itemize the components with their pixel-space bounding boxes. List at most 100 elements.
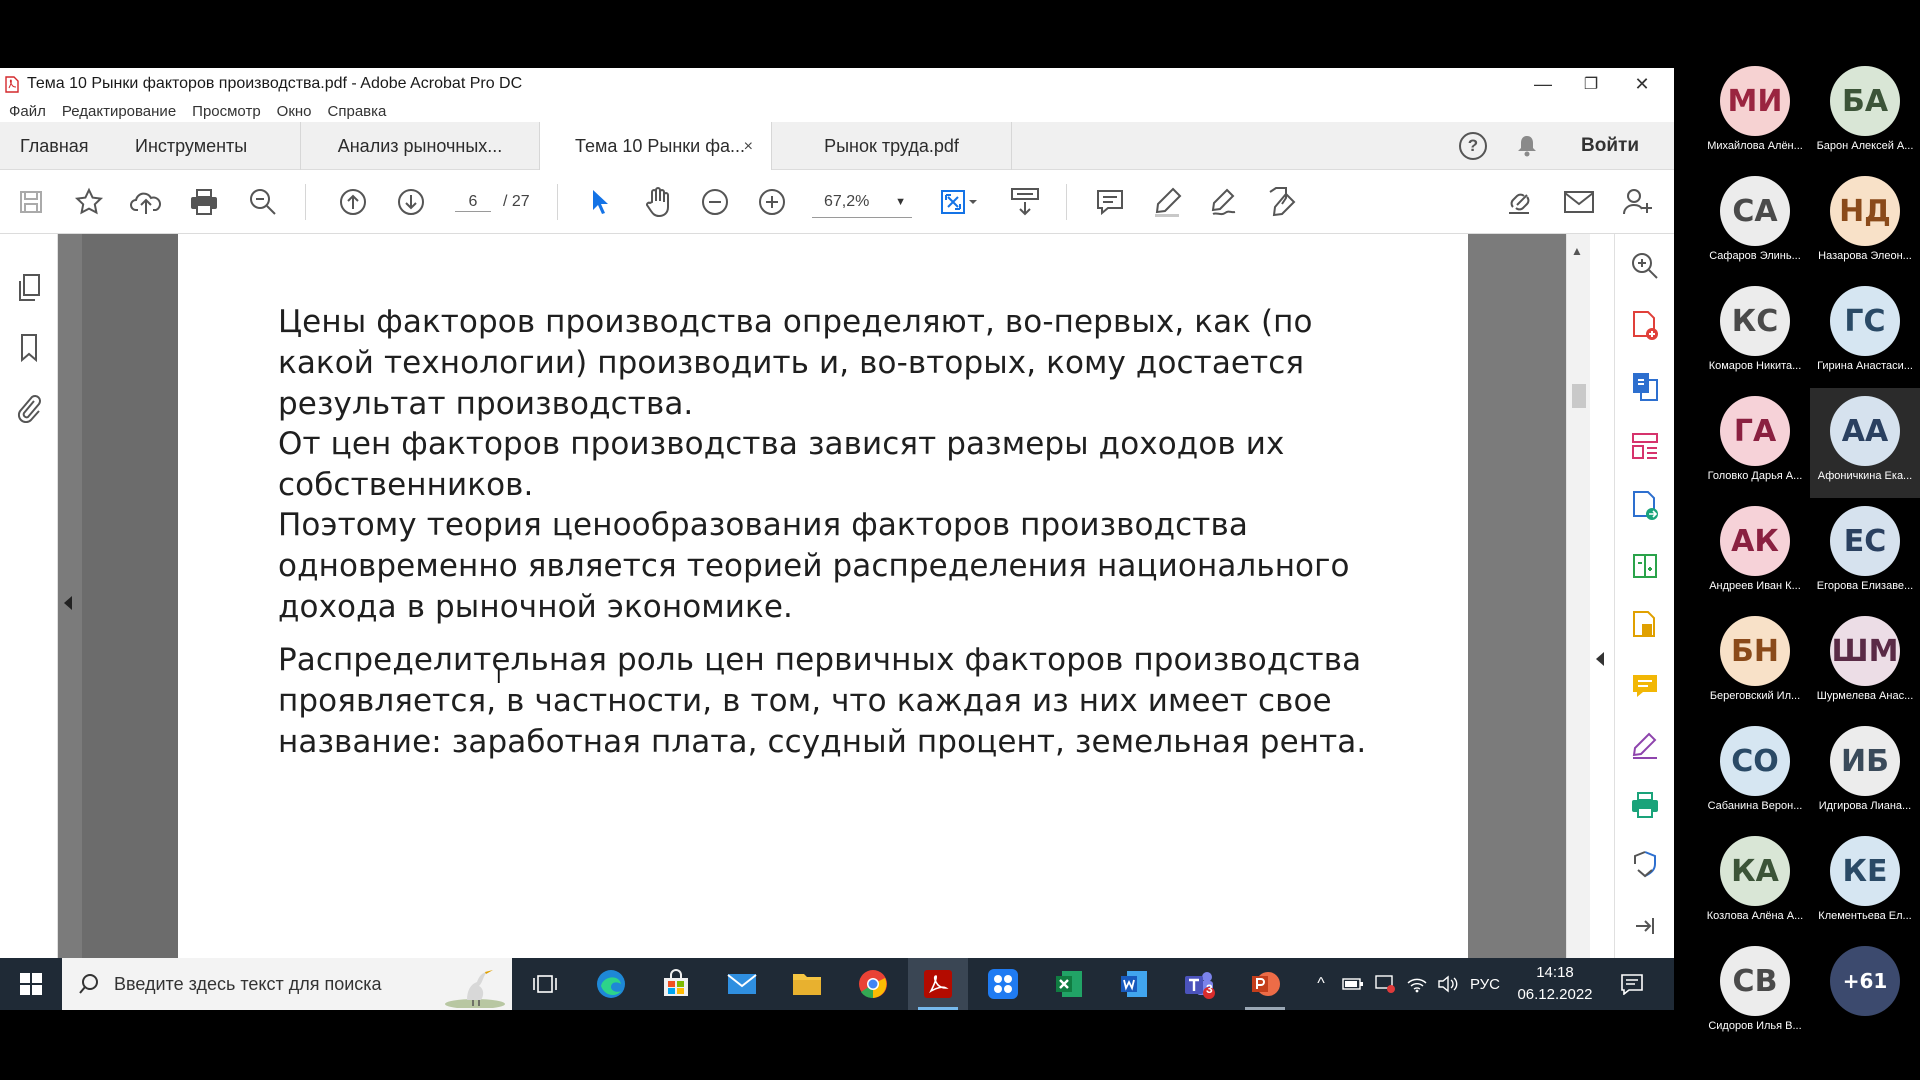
select-cursor-icon[interactable]: [582, 184, 618, 220]
taskbar-search-box[interactable]: Введите здесь текст для поиска: [62, 958, 512, 1010]
participant-tile[interactable]: МИ Михайлова Алён...: [1700, 58, 1810, 168]
organize-pages-icon[interactable]: [1627, 428, 1663, 464]
scrollbar-thumb[interactable]: [1572, 384, 1586, 408]
zoom-tool-icon[interactable]: [1627, 248, 1663, 284]
page-current[interactable]: 6: [455, 193, 491, 212]
fill-sign-icon[interactable]: [1627, 728, 1663, 764]
zoom-level-dropdown[interactable]: 67,2% ▼: [812, 186, 912, 218]
tab-tools[interactable]: Инструменты: [135, 122, 247, 170]
next-page-icon[interactable]: [393, 184, 429, 220]
create-pdf-icon[interactable]: [1627, 308, 1663, 344]
microsoft-store-icon[interactable]: [646, 958, 706, 1010]
page-number-field[interactable]: 6 / 27: [455, 186, 541, 218]
zoom-in-icon[interactable]: [754, 184, 790, 220]
menu-edit[interactable]: Редактирование: [62, 103, 176, 120]
sign-pen-icon[interactable]: [1206, 184, 1242, 220]
save-icon[interactable]: [13, 184, 49, 220]
wifi-icon[interactable]: [1404, 958, 1430, 1010]
network-monitor-icon[interactable]: [1372, 958, 1398, 1010]
menu-view[interactable]: Просмотр: [192, 103, 261, 120]
menu-window[interactable]: Окно: [277, 103, 312, 120]
chrome-browser-icon[interactable]: [843, 958, 903, 1010]
word-icon[interactable]: [1104, 958, 1164, 1010]
file-explorer-icon[interactable]: [777, 958, 837, 1010]
powerpoint-icon[interactable]: [1235, 958, 1295, 1010]
notification-center-icon[interactable]: [1612, 958, 1652, 1010]
battery-icon[interactable]: [1340, 958, 1366, 1010]
bookmark-star-icon[interactable]: [71, 184, 107, 220]
export-pdf-icon[interactable]: [1627, 368, 1663, 404]
participant-tile[interactable]: АК Андреев Иван К...: [1700, 498, 1810, 608]
share-link-icon[interactable]: [1504, 184, 1540, 220]
tab-document-topic10[interactable]: Тема 10 Рынки фа... ×: [540, 122, 772, 171]
upload-cloud-icon[interactable]: [128, 184, 164, 220]
scroll-up-arrow-icon[interactable]: ▲: [1571, 244, 1583, 258]
print-icon[interactable]: [186, 184, 222, 220]
tab-document-labor-market[interactable]: Рынок труда.pdf: [772, 122, 1012, 170]
participant-tile[interactable]: ГА Головко Дарья А...: [1700, 388, 1810, 498]
participant-tile[interactable]: ШМ Шурмелева Анас...: [1810, 608, 1920, 718]
participant-tile[interactable]: БН Береговский Ил...: [1700, 608, 1810, 718]
close-button[interactable]: ✕: [1612, 68, 1672, 100]
signin-button[interactable]: Войти: [1570, 122, 1650, 170]
system-clock[interactable]: 14:18 06.12.2022: [1505, 962, 1605, 1006]
vertical-scrollbar[interactable]: ▲ ▼: [1566, 234, 1590, 1010]
volume-icon[interactable]: [1435, 958, 1461, 1010]
participant-tile[interactable]: СО Сабанина Верон...: [1700, 718, 1810, 828]
zoom-out-icon[interactable]: [697, 184, 733, 220]
help-icon[interactable]: ?: [1456, 122, 1490, 170]
participant-tile[interactable]: СВ Сидоров Илья В...: [1700, 938, 1810, 1048]
more-participants-tile[interactable]: +61: [1810, 938, 1920, 1048]
mail-icon[interactable]: [712, 958, 772, 1010]
hand-tool-icon[interactable]: [640, 184, 676, 220]
page-thumbnails-icon[interactable]: [13, 272, 45, 304]
highlight-pen-icon[interactable]: [1149, 184, 1185, 220]
print-production-icon[interactable]: [1627, 788, 1663, 824]
add-user-icon[interactable]: [1620, 184, 1656, 220]
teams-icon[interactable]: 3: [1170, 958, 1230, 1010]
email-icon[interactable]: [1561, 184, 1597, 220]
comment-icon[interactable]: [1092, 184, 1128, 220]
zoom-search-icon[interactable]: [245, 184, 281, 220]
tab-document-analysis[interactable]: Анализ рыночных...: [300, 122, 540, 170]
task-view-icon[interactable]: [515, 958, 575, 1010]
document-viewport[interactable]: Цены факторов производства определяют, в…: [58, 234, 1566, 1010]
participant-tile[interactable]: ГС Гирина Анастаси...: [1810, 278, 1920, 388]
tab-home[interactable]: Главная: [20, 122, 89, 170]
expand-right-pane-icon[interactable]: [1596, 652, 1604, 666]
input-language[interactable]: РУС: [1465, 958, 1505, 1010]
participant-tile[interactable]: НД Назарова Элеон...: [1810, 168, 1920, 278]
tab-close-icon[interactable]: ×: [744, 138, 753, 156]
participant-name: Козлова Алёна А...: [1706, 910, 1804, 922]
compare-files-icon[interactable]: [1627, 548, 1663, 584]
attachments-paperclip-icon[interactable]: [13, 392, 45, 424]
participant-tile[interactable]: АА Афоничкина Ека...: [1810, 388, 1920, 498]
collapse-left-pane-icon[interactable]: [64, 596, 72, 610]
scroll-mode-icon[interactable]: [1007, 184, 1043, 220]
excel-icon[interactable]: [1039, 958, 1099, 1010]
prev-page-icon[interactable]: [335, 184, 371, 220]
notifications-bell-icon[interactable]: [1510, 122, 1544, 170]
participant-tile[interactable]: ЕС Егорова Елизаве...: [1810, 498, 1920, 608]
participant-tile[interactable]: СА Сафаров Элинь...: [1700, 168, 1810, 278]
participant-tile[interactable]: КС Комаров Никита...: [1700, 278, 1810, 388]
menu-file[interactable]: Файл: [9, 103, 46, 120]
combine-files-icon[interactable]: [1627, 488, 1663, 524]
collapse-tools-pane-icon[interactable]: [1627, 908, 1663, 944]
edge-browser-icon[interactable]: [581, 958, 641, 1010]
edit-pdf-icon[interactable]: [1263, 184, 1299, 220]
participant-tile[interactable]: БА Барон Алексей А...: [1810, 58, 1920, 168]
zoom-meetings-icon[interactable]: [973, 958, 1033, 1010]
tray-overflow-chevron-icon[interactable]: ^: [1310, 958, 1332, 1010]
participant-tile[interactable]: КЕ Клементьева Ел...: [1810, 828, 1920, 938]
edit-document-icon[interactable]: [1627, 608, 1663, 644]
menu-help[interactable]: Справка: [328, 103, 387, 120]
start-button[interactable]: [0, 958, 62, 1010]
protect-more-tools-icon[interactable]: [1627, 848, 1663, 884]
acrobat-taskbar-icon[interactable]: [908, 958, 968, 1010]
comment-tool-icon[interactable]: [1627, 668, 1663, 704]
participant-tile[interactable]: КА Козлова Алёна А...: [1700, 828, 1810, 938]
participant-tile[interactable]: ИБ Идгирова Лиана...: [1810, 718, 1920, 828]
bookmarks-icon[interactable]: [13, 332, 45, 364]
fit-page-icon[interactable]: [934, 184, 982, 220]
